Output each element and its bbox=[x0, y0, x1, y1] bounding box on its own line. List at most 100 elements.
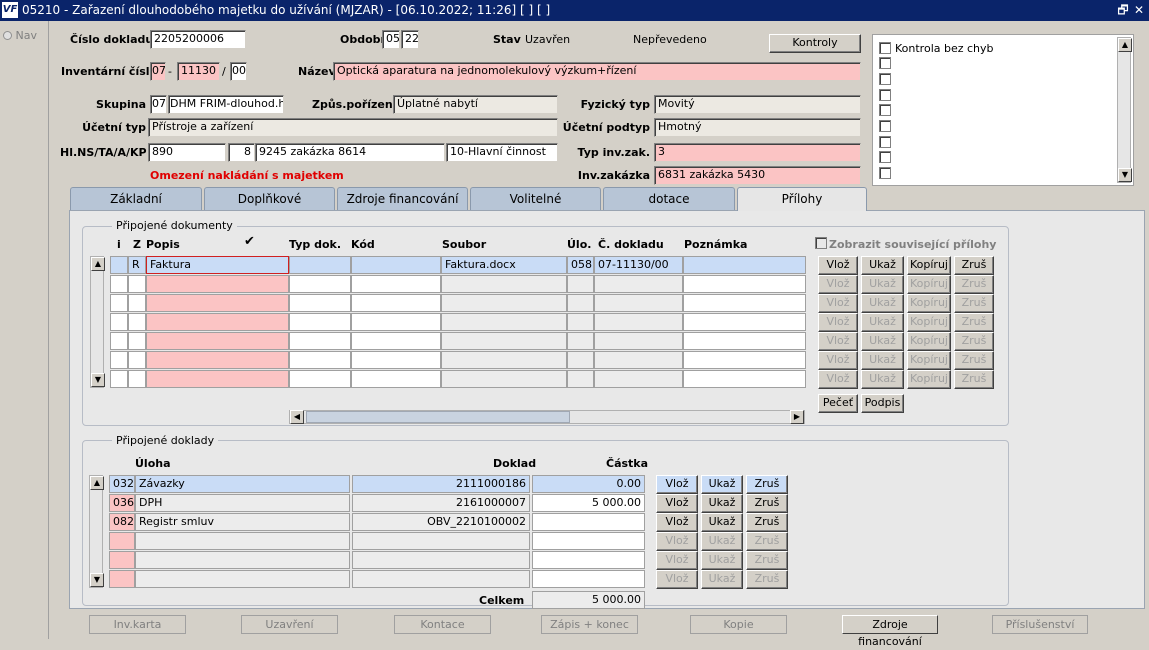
doklad-name[interactable]: Registr smluv bbox=[135, 513, 350, 531]
doklad-code[interactable] bbox=[109, 551, 135, 569]
inv-cislo-part3-field[interactable]: 00 bbox=[230, 62, 247, 81]
doc-cell-cdokladu[interactable] bbox=[594, 275, 683, 293]
ukaz-button[interactable]: Ukaž bbox=[861, 313, 904, 332]
kopiruj-button[interactable]: Kopíruj bbox=[907, 294, 951, 313]
zrus-button[interactable]: Zruš bbox=[954, 313, 994, 332]
ukaz-button[interactable]: Ukaž bbox=[861, 294, 904, 313]
kontrola-checkbox[interactable] bbox=[879, 57, 891, 69]
hlns-ta-field[interactable]: 8 bbox=[228, 143, 255, 162]
scroll-left-icon[interactable]: ◀ bbox=[290, 410, 304, 424]
ukaz-button[interactable]: Ukaž bbox=[861, 370, 904, 389]
scroll-down-icon[interactable]: ▼ bbox=[91, 373, 105, 387]
uzavreni-button[interactable]: Uzavření bbox=[241, 615, 338, 634]
scroll-up-icon[interactable]: ▲ bbox=[1118, 38, 1132, 52]
fyzicky-typ-field[interactable]: Movitý bbox=[654, 95, 861, 114]
doc-cell-i[interactable] bbox=[110, 313, 128, 331]
kontrola-checkbox[interactable] bbox=[879, 104, 891, 116]
doc-cell-popis[interactable] bbox=[146, 294, 289, 312]
doklad-vloz-button[interactable]: Vlož bbox=[656, 570, 698, 589]
doc-cell-cdokladu[interactable] bbox=[594, 370, 683, 388]
dokumenty-vscrollbar[interactable]: ▲ ▼ bbox=[90, 256, 105, 388]
doklad-zrus-button[interactable]: Zruš bbox=[746, 494, 788, 513]
scroll-right-icon[interactable]: ▶ bbox=[790, 410, 804, 424]
zrus-button[interactable]: Zruš bbox=[954, 256, 994, 275]
doklad-name[interactable] bbox=[135, 532, 350, 550]
kontrola-checkbox[interactable] bbox=[879, 89, 891, 101]
doc-cell-soubor[interactable] bbox=[441, 294, 567, 312]
close-icon[interactable]: ✕ bbox=[1132, 2, 1146, 18]
doc-cell-popis[interactable] bbox=[146, 332, 289, 350]
doc-cell-z[interactable] bbox=[128, 332, 146, 350]
doklad-ukaz-button[interactable]: Ukaž bbox=[701, 494, 743, 513]
doc-cell-typ[interactable] bbox=[289, 275, 351, 293]
kopiruj-button[interactable]: Kopíruj bbox=[907, 351, 951, 370]
inv-cislo-part2-field[interactable]: 11130 bbox=[177, 62, 220, 81]
vloz-button[interactable]: Vlož bbox=[818, 332, 858, 351]
doklad-ukaz-button[interactable]: Ukaž bbox=[701, 475, 743, 494]
doc-cell-ulo[interactable]: 058 bbox=[567, 256, 594, 274]
doc-cell-z[interactable] bbox=[128, 275, 146, 293]
doc-cell-kod[interactable] bbox=[351, 275, 441, 293]
doc-cell-z[interactable]: R bbox=[128, 256, 146, 274]
doc-cell-ulo[interactable] bbox=[567, 351, 594, 369]
tab-zdroje-financovani[interactable]: Zdroje financování bbox=[337, 187, 468, 210]
doklad-name[interactable]: DPH bbox=[135, 494, 350, 512]
doc-cell-cdokladu[interactable] bbox=[594, 313, 683, 331]
tab-volitelne[interactable]: Volitelné bbox=[470, 187, 601, 210]
tab-prilohy[interactable]: Přílohy bbox=[737, 187, 867, 211]
obdobi-year-field[interactable]: 22 bbox=[401, 30, 419, 49]
doc-cell-typ[interactable] bbox=[289, 256, 351, 274]
scroll-up-icon[interactable]: ▲ bbox=[91, 257, 105, 271]
doc-cell-kod[interactable] bbox=[351, 256, 441, 274]
kontrola-checkbox[interactable] bbox=[879, 136, 891, 148]
doklad-vloz-button[interactable]: Vlož bbox=[656, 513, 698, 532]
doklad-number[interactable]: OBV_2210100002 bbox=[352, 513, 530, 531]
doklad-zrus-button[interactable]: Zruš bbox=[746, 570, 788, 589]
zrus-button[interactable]: Zruš bbox=[954, 332, 994, 351]
doklad-castka[interactable] bbox=[532, 551, 645, 569]
kopiruj-button[interactable]: Kopíruj bbox=[907, 275, 951, 294]
doklad-name[interactable] bbox=[135, 570, 350, 588]
inv-karta-button[interactable]: Inv.karta bbox=[89, 615, 186, 634]
doc-cell-popis[interactable] bbox=[146, 351, 289, 369]
doc-cell-z[interactable] bbox=[128, 294, 146, 312]
doc-cell-soubor[interactable] bbox=[441, 332, 567, 350]
doc-cell-popis[interactable] bbox=[146, 313, 289, 331]
podpis-button[interactable]: Podpis bbox=[861, 394, 904, 413]
doklad-zrus-button[interactable]: Zruš bbox=[746, 513, 788, 532]
doklad-ukaz-button[interactable]: Ukaž bbox=[701, 570, 743, 589]
doc-cell-i[interactable] bbox=[110, 332, 128, 350]
doklad-name[interactable] bbox=[135, 551, 350, 569]
doc-cell-i[interactable] bbox=[110, 370, 128, 388]
doc-cell-popis[interactable] bbox=[146, 275, 289, 293]
ucetni-typ-field[interactable]: Přístroje a zařízení bbox=[148, 118, 558, 137]
doklad-number[interactable] bbox=[352, 532, 530, 550]
hlns-kp-field[interactable]: 10-Hlavní činnost bbox=[446, 143, 558, 162]
doklad-zrus-button[interactable]: Zruš bbox=[746, 551, 788, 570]
doc-cell-poznamka[interactable] bbox=[683, 351, 806, 369]
kopie-button[interactable]: Kopie bbox=[690, 615, 787, 634]
doklad-castka[interactable] bbox=[532, 570, 645, 588]
vloz-button[interactable]: Vlož bbox=[818, 294, 858, 313]
doklad-vloz-button[interactable]: Vlož bbox=[656, 532, 698, 551]
zrus-button[interactable]: Zruš bbox=[954, 351, 994, 370]
scroll-down-icon[interactable]: ▼ bbox=[1118, 168, 1132, 182]
doc-cell-typ[interactable] bbox=[289, 313, 351, 331]
doklad-castka[interactable] bbox=[532, 532, 645, 550]
ukaz-button[interactable]: Ukaž bbox=[861, 256, 904, 275]
prislusenstvi-button[interactable]: Příslušenství bbox=[992, 615, 1088, 634]
doklad-code[interactable]: 082 bbox=[109, 513, 135, 531]
doc-cell-poznamka[interactable] bbox=[683, 332, 806, 350]
doc-cell-i[interactable] bbox=[110, 294, 128, 312]
doc-cell-soubor[interactable]: Faktura.docx bbox=[441, 256, 567, 274]
doklad-vloz-button[interactable]: Vlož bbox=[656, 551, 698, 570]
doc-cell-i[interactable] bbox=[110, 256, 128, 274]
kopiruj-button[interactable]: Kopíruj bbox=[907, 332, 951, 351]
doc-cell-soubor[interactable] bbox=[441, 275, 567, 293]
doc-cell-popis[interactable] bbox=[146, 370, 289, 388]
restore-icon[interactable]: 🗗 bbox=[1116, 2, 1130, 18]
doklad-number[interactable] bbox=[352, 570, 530, 588]
zrus-button[interactable]: Zruš bbox=[954, 294, 994, 313]
hlns-ns-field[interactable]: 890 bbox=[148, 143, 226, 162]
skupina-code-field[interactable]: 07 bbox=[150, 95, 167, 114]
